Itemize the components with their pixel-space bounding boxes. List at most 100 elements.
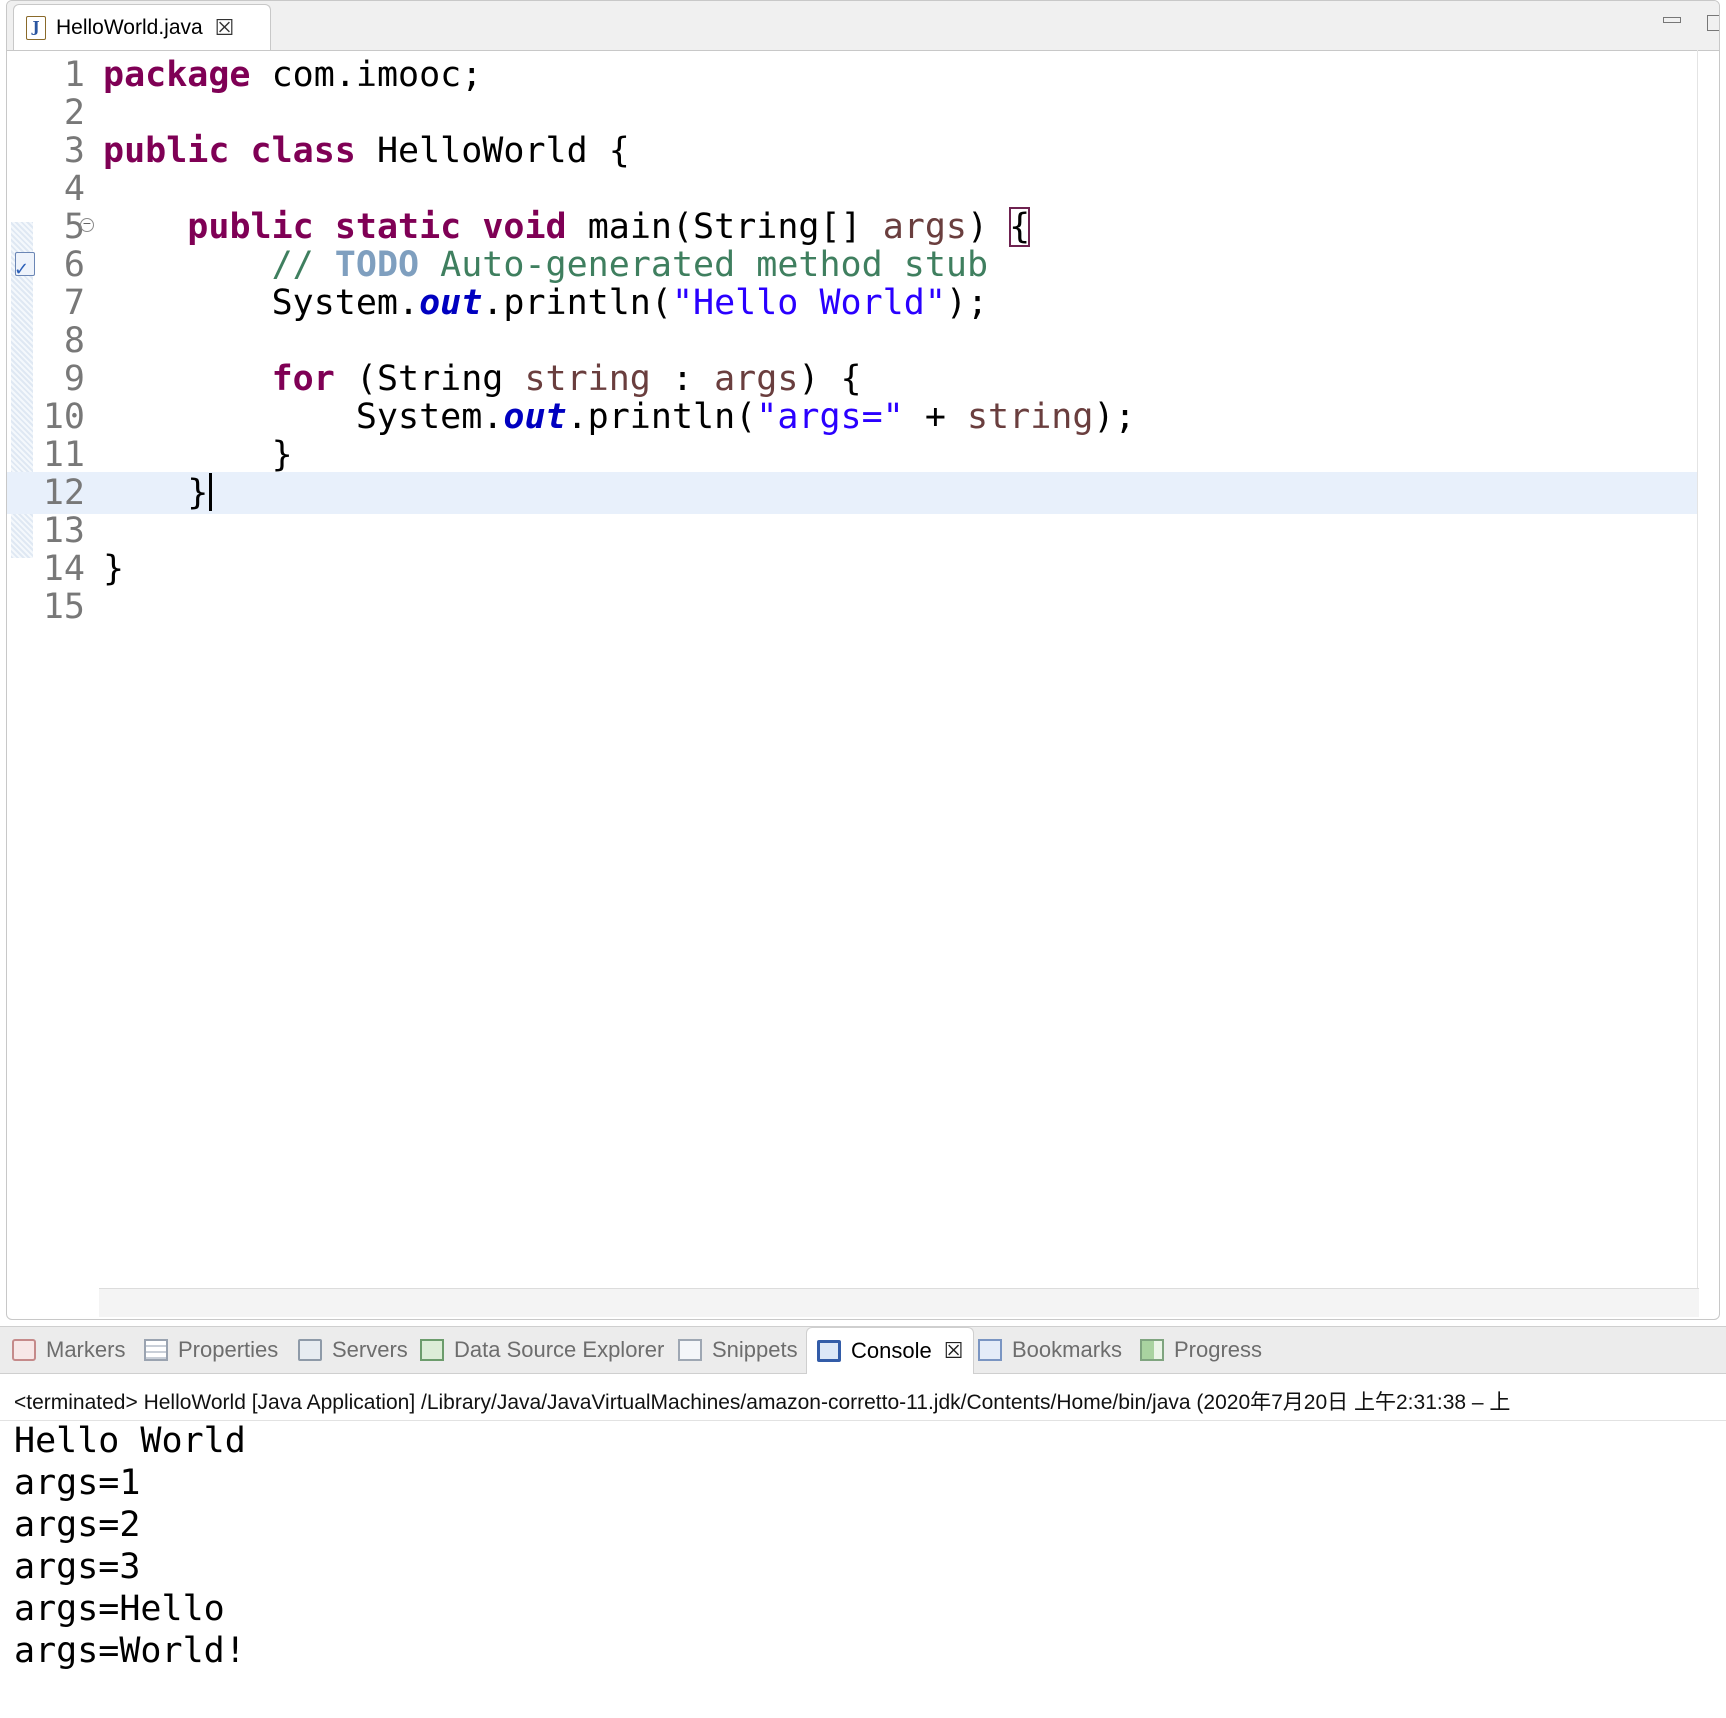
code-line[interactable]: 15 [7, 586, 1697, 628]
code-token: args [882, 207, 967, 247]
console-output-line: args=1 [14, 1463, 141, 1503]
line-number: 7 [63, 283, 85, 323]
view-tab-label: Markers [46, 1337, 126, 1362]
data-source-explorer-icon [420, 1339, 444, 1361]
close-icon[interactable]: ☒ [944, 1338, 964, 1364]
code-token: string [524, 359, 651, 399]
code-text: System.out.println("Hello World"); [103, 282, 988, 324]
code-line[interactable]: 6 // TODO Auto-generated method stub [7, 244, 1697, 291]
code-line[interactable]: 3 public class HelloWorld { [7, 130, 1697, 172]
task-marker-icon[interactable] [14, 249, 35, 291]
code-line[interactable]: 11 } [7, 434, 1697, 476]
text-caret [209, 473, 213, 511]
code-line[interactable]: 14} [7, 548, 1697, 590]
java-file-icon: J [26, 15, 46, 40]
snippets-icon [678, 1339, 702, 1361]
code-text: } [103, 548, 124, 590]
view-tab-data-source-explorer[interactable]: Data Source Explorer [420, 1327, 664, 1373]
console-output-line: args=Hello [14, 1589, 225, 1629]
code-line[interactable]: 1 package com.imooc; [7, 54, 1697, 96]
code-token: } [103, 435, 293, 475]
code-line[interactable]: 10 System.out.println("args=" + string); [7, 396, 1697, 438]
code-token: HelloWorld { [355, 131, 630, 171]
code-text: } [103, 472, 213, 514]
view-tab-servers[interactable]: Servers [298, 1327, 408, 1373]
code-token: } [103, 549, 125, 589]
code-token: } [103, 473, 209, 513]
code-line[interactable]: 13 [7, 510, 1697, 552]
code-line[interactable]: 9 for (String string : args) { [7, 358, 1697, 400]
line-number: 14 [42, 549, 85, 589]
code-text: System.out.println("args=" + string); [103, 396, 1136, 438]
view-tab-console[interactable]: Console ☒ [806, 1327, 975, 1374]
code-text: public static void main(String[] args) { [103, 206, 1031, 248]
code-text: public class HelloWorld { [103, 130, 630, 172]
view-tab-snippets[interactable]: Snippets [678, 1327, 798, 1373]
code-token: .println( [482, 283, 672, 323]
code-line[interactable]: 8 [7, 320, 1697, 362]
fold-collapse-icon[interactable]: − [80, 218, 94, 232]
code-token: TODO [334, 245, 420, 285]
code-text: // TODO Auto-generated method stub [103, 244, 988, 286]
editor-panel: J HelloWorld.java ☒ 1 package com.imooc; 2… [6, 0, 1720, 1320]
line-number: 1 [63, 55, 85, 95]
code-token: + [903, 397, 967, 437]
view-tab-label: Snippets [712, 1337, 798, 1362]
line-number: 11 [42, 435, 85, 475]
editor-tab-helloworld[interactable]: J HelloWorld.java ☒ [13, 4, 271, 50]
code-token: : [650, 359, 715, 399]
code-token: for [271, 359, 335, 399]
code-token: class [250, 131, 356, 171]
console-status-line: <terminated> HelloWorld [Java Applicatio… [14, 1391, 1511, 1414]
code-line[interactable]: 12 } [7, 472, 1697, 514]
line-number: 3 [63, 131, 85, 171]
code-token: string [966, 397, 1094, 437]
code-line[interactable]: 5− public static void main(String[] args… [7, 206, 1697, 248]
console-output-line: args=2 [14, 1505, 141, 1545]
console-output[interactable]: Hello World args=1 args=2 args=3 args=Hello a… [14, 1420, 246, 1672]
line-number: 2 [63, 93, 85, 133]
code-token: { [1009, 207, 1031, 247]
progress-icon [1140, 1339, 1164, 1361]
code-text: package com.imooc; [103, 54, 482, 96]
view-tab-label: Bookmarks [1012, 1337, 1123, 1362]
code-token: .println( [566, 397, 757, 437]
code-text: for (String string : args) { [103, 358, 862, 400]
maximize-icon[interactable] [1707, 15, 1719, 31]
code-token: "args=" [756, 397, 904, 437]
properties-icon [144, 1339, 168, 1361]
code-token: main(String[] [566, 207, 883, 247]
view-tab-label: Console [851, 1338, 932, 1363]
line-number: 8 [63, 321, 85, 361]
minimize-icon[interactable] [1663, 17, 1681, 23]
console-icon [817, 1340, 841, 1362]
view-tab-properties[interactable]: Properties [144, 1327, 278, 1373]
code-token: System. [103, 283, 420, 323]
code-line[interactable]: 7 System.out.println("Hello World"); [7, 282, 1697, 324]
close-icon[interactable]: ☒ [215, 15, 235, 41]
code-token: Auto-generated method stub [419, 245, 989, 285]
code-token: ) { [798, 359, 862, 399]
code-line[interactable]: 4 [7, 168, 1697, 210]
views-tab-bar: Markers Properties Servers Data Source Expl… [0, 1326, 1726, 1374]
view-tab-bookmarks[interactable]: Bookmarks [978, 1327, 1122, 1373]
code-token: ) [967, 207, 1010, 247]
view-tab-markers[interactable]: Markers [12, 1327, 125, 1373]
horizontal-scrollbar[interactable] [99, 1288, 1699, 1317]
code-line[interactable]: 2 [7, 92, 1697, 134]
view-tab-progress[interactable]: Progress [1140, 1327, 1262, 1373]
editor-tab-bar: J HelloWorld.java ☒ [7, 1, 1719, 51]
console-output-line: args=3 [14, 1547, 141, 1587]
code-editor[interactable]: 1 package com.imooc; 2 3 public class HelloW… [7, 50, 1697, 1290]
console-output-line: args=World! [14, 1631, 246, 1671]
code-token: (String [334, 359, 525, 399]
line-number: 9 [63, 359, 85, 399]
line-number: 13 [42, 511, 85, 551]
code-token: out [419, 283, 483, 323]
code-token: System. [103, 397, 504, 437]
line-number: 6 [63, 245, 85, 285]
code-token: package [103, 55, 251, 95]
line-number: 12 [42, 473, 85, 513]
